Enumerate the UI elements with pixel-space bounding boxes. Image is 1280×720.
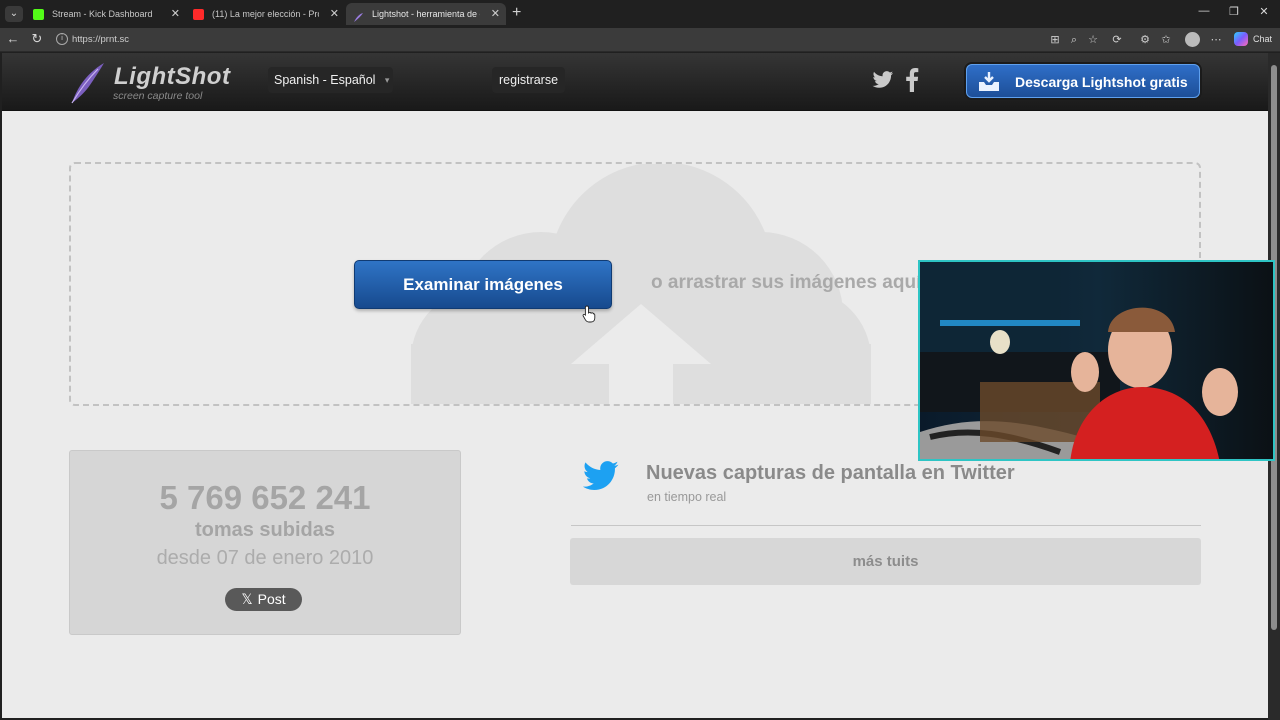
- download-button-label: Descarga Lightshot gratis: [1015, 74, 1188, 90]
- url-text: https://prnt.sc: [72, 34, 130, 45]
- kick-favicon-icon: [33, 9, 44, 20]
- tab-youtube[interactable]: (11) La mejor elección - Programa ✕: [186, 3, 345, 25]
- x-post-button[interactable]: 𝕏 Post: [225, 588, 302, 611]
- more-tweets-button[interactable]: más tuits: [570, 538, 1201, 585]
- logo-text[interactable]: LightShot: [114, 63, 230, 91]
- post-label: Post: [257, 591, 286, 607]
- close-tab-icon[interactable]: ✕: [330, 3, 339, 25]
- upload-count: 5 769 652 241: [159, 479, 371, 516]
- browse-images-button[interactable]: Examinar imágenes: [354, 260, 612, 309]
- favorite-star-icon[interactable]: ☆: [1086, 33, 1100, 47]
- tab-title: (11) La mejor elección - Programa: [212, 9, 319, 19]
- webcam-overlay: [918, 260, 1275, 461]
- new-tab-button[interactable]: +: [512, 4, 526, 22]
- site-info-icon[interactable]: i: [56, 33, 68, 45]
- count-since-date: desde 07 de enero 2010: [156, 547, 374, 569]
- restore-window-icon[interactable]: ❐: [1226, 5, 1242, 18]
- twitter-bird-icon: [582, 461, 619, 490]
- chat-label[interactable]: Chat: [1253, 34, 1272, 44]
- tab-lightshot[interactable]: Lightshot - herramienta de captura ✕: [346, 3, 506, 25]
- zoom-icon[interactable]: ⌕: [1067, 33, 1081, 47]
- tab-kick-dashboard[interactable]: Stream - Kick Dashboard ✕: [26, 3, 186, 25]
- close-window-icon[interactable]: ✕: [1256, 5, 1272, 18]
- youtube-favicon-icon: [193, 9, 204, 20]
- divider: [571, 525, 1201, 526]
- register-link[interactable]: registrarse: [492, 67, 566, 93]
- x-logo-icon: 𝕏: [241, 591, 253, 607]
- back-arrow-icon[interactable]: ←: [5, 31, 21, 47]
- browse-button-label: Examinar imágenes: [403, 275, 563, 294]
- chevron-down-icon: ▾: [384, 75, 390, 85]
- upload-counter-panel: 5 769 652 241 tomas subidas desde 07 de …: [69, 450, 461, 635]
- favorites-icon[interactable]: ✩: [1159, 33, 1173, 47]
- feather-logo-icon: [71, 63, 104, 104]
- tab-title: Stream - Kick Dashboard: [52, 9, 153, 19]
- reload-icon[interactable]: ↻: [29, 31, 45, 47]
- close-tab-icon[interactable]: ✕: [491, 3, 500, 25]
- facebook-icon[interactable]: [905, 68, 919, 92]
- webcam-streamer-image: [920, 262, 1273, 459]
- twitter-icon[interactable]: [872, 70, 894, 90]
- download-lightshot-button[interactable]: Descarga Lightshot gratis: [966, 64, 1200, 98]
- language-select[interactable]: Spanish - Español ▾: [268, 67, 394, 93]
- refresh-extension-icon[interactable]: ⟳: [1110, 33, 1124, 47]
- upload-count-label: tomas subidas: [194, 519, 336, 541]
- site-header: LightShot screen capture tool Spanish - …: [2, 53, 1268, 111]
- extensions-icon[interactable]: ⚙: [1138, 33, 1152, 47]
- minimize-window-icon[interactable]: —: [1196, 5, 1212, 17]
- tab-actions-menu-button[interactable]: ⌄: [5, 6, 23, 22]
- more-menu-icon[interactable]: ⋯: [1209, 33, 1223, 47]
- tab-title: Lightshot - herramienta de captura: [372, 9, 480, 19]
- twitter-section-title: Nuevas capturas de pantalla en Twitter: [646, 462, 1015, 484]
- twitter-section-subtitle: en tiempo real: [647, 490, 727, 504]
- address-bar[interactable]: i https://prnt.sc: [50, 30, 1220, 50]
- drag-drop-hint: o arrastrar sus imágenes aquí: [651, 272, 922, 293]
- close-tab-icon[interactable]: ✕: [171, 3, 180, 25]
- hand-cursor-icon: [582, 305, 596, 323]
- profile-avatar[interactable]: [1185, 32, 1200, 47]
- browser-tab-bar: ⌄ Stream - Kick Dashboard ✕ (11) La mejo…: [0, 0, 1280, 28]
- logo-tagline: screen capture tool: [113, 90, 203, 102]
- download-icon: [979, 72, 999, 91]
- app-install-icon[interactable]: ⊞: [1048, 33, 1062, 47]
- copilot-icon[interactable]: [1234, 32, 1248, 46]
- lightshot-favicon-icon: [353, 9, 364, 22]
- browser-toolbar: ← ↻ i https://prnt.sc ⊞ ⌕ ☆ ⟳ ⚙ ✩ ⋯ Chat: [0, 28, 1280, 52]
- screen: ⌄ Stream - Kick Dashboard ✕ (11) La mejo…: [0, 0, 1280, 720]
- language-value: Spanish - Español: [274, 73, 376, 87]
